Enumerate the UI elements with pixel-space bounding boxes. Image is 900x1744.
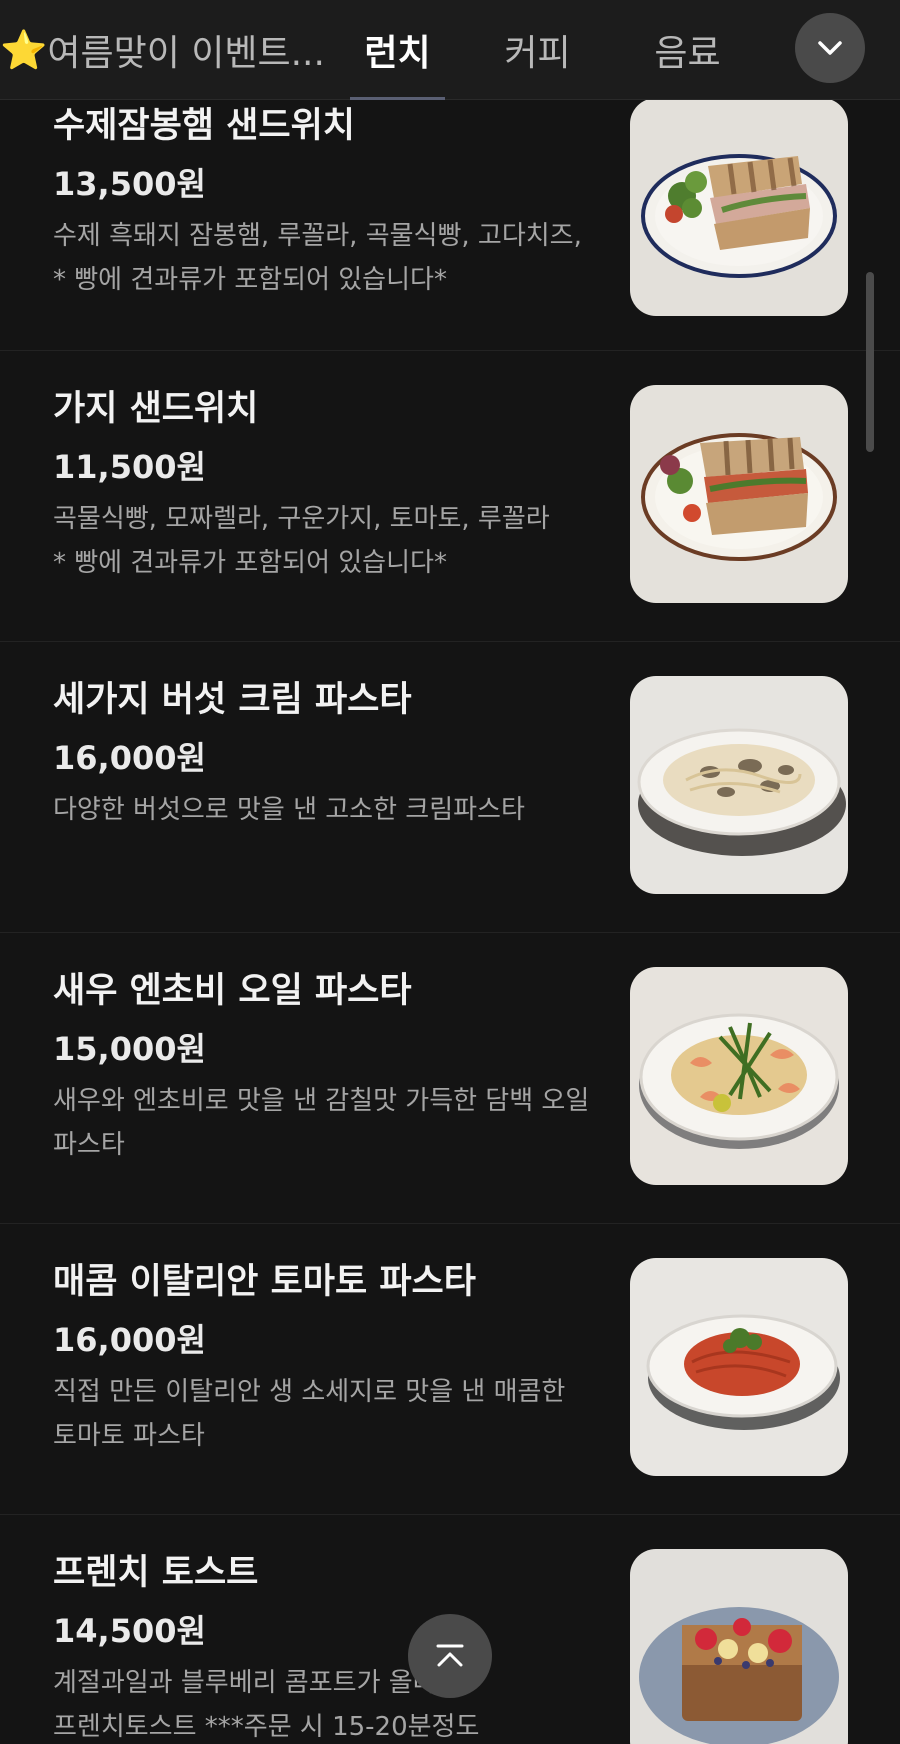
menu-item-price: 16,000원 <box>53 1321 206 1359</box>
menu-item-description: 다양한 버섯으로 맛을 낸 고소한 크림파스타 <box>53 795 525 825</box>
menu-item-name: 가지 샌드위치 <box>53 389 259 429</box>
tab-lunch[interactable]: 런치 <box>350 0 445 100</box>
menu-item-name: 매콤 이탈리안 토마토 파스타 <box>53 1262 476 1302</box>
menu-item-price: 16,000원 <box>53 739 206 777</box>
tomato-pasta-image[interactable] <box>630 1258 848 1476</box>
menu-item-text: 세가지 버섯 크림 파스타 16,000원 다양한 버섯으로 맛을 낸 고소한 … <box>53 676 593 832</box>
menu-item-description: 계절과일과 블루베리 콤포트가 올라간 프렌치토스트 ***주문 시 15-20… <box>53 1668 480 1742</box>
menu-item-text: 가지 샌드위치 11,500원 곡물식빵, 모짜렐라, 구운가지, 토마토, 루… <box>53 385 593 585</box>
menu-item-description: 수제 흑돼지 잠봉햄, 루꼴라, 곡물식빵, 고다치즈, * 빵에 견과류가 포… <box>53 221 582 295</box>
menu-item-name: 세가지 버섯 크림 파스타 <box>53 680 412 720</box>
menu-item-text: 매콤 이탈리안 토마토 파스타 16,000원 직접 만든 이탈리안 생 소세지… <box>53 1258 593 1458</box>
menu-item-description: 곡물식빵, 모짜렐라, 구운가지, 토마토, 루꼴라 * 빵에 견과류가 포함되… <box>53 504 550 578</box>
menu-item-name: 새우 엔초비 오일 파스타 <box>53 971 412 1011</box>
chevron-down-icon <box>818 41 842 55</box>
category-tab-bar: ⭐ 여름맞이 이벤트... 런치 커피 음료 <box>0 0 900 100</box>
menu-item[interactable]: 세가지 버섯 크림 파스타 16,000원 다양한 버섯으로 맛을 낸 고소한 … <box>0 642 900 933</box>
tab-label: 음료 <box>654 33 721 74</box>
tab-label: 여름맞이 이벤트... <box>47 33 325 74</box>
chevron-up-icon <box>436 1644 464 1667</box>
menu-item-text: 새우 엔초비 오일 파스타 15,000원 새우와 엔초비로 맛을 낸 감칠맛 … <box>53 967 593 1167</box>
tab-label: 런치 <box>364 33 431 74</box>
menu-item-text: 프렌치 토스트 14,500원 계절과일과 블루베리 콤포트가 올라간 프렌치토… <box>53 1549 593 1744</box>
menu-list[interactable]: 수제잠봉햄 샌드위치 13,500원 수제 흑돼지 잠봉햄, 루꼴라, 곡물식빵… <box>0 60 900 1744</box>
menu-item[interactable]: 매콤 이탈리안 토마토 파스타 16,000원 직접 만든 이탈리안 생 소세지… <box>0 1224 900 1515</box>
sandwich-eggplant-image[interactable] <box>630 385 848 603</box>
active-tab-indicator <box>350 97 445 100</box>
sandwich-ham-image[interactable] <box>630 98 848 316</box>
french-toast-image[interactable] <box>630 1549 848 1744</box>
tab-summer-event[interactable]: ⭐ 여름맞이 이벤트... <box>0 0 325 100</box>
app-viewport: 수제잠봉햄 샌드위치 13,500원 수제 흑돼지 잠봉햄, 루꼴라, 곡물식빵… <box>0 0 900 1744</box>
menu-item-price: 14,500원 <box>53 1612 206 1650</box>
menu-item-price: 13,500원 <box>53 165 206 203</box>
menu-item-text: 수제잠봉햄 샌드위치 13,500원 수제 흑돼지 잠봉햄, 루꼴라, 곡물식빵… <box>53 102 593 302</box>
scrollbar[interactable] <box>866 272 874 452</box>
menu-item-price: 11,500원 <box>53 448 206 486</box>
menu-item-name: 프렌치 토스트 <box>53 1553 259 1593</box>
menu-item[interactable]: 수제잠봉햄 샌드위치 13,500원 수제 흑돼지 잠봉햄, 루꼴라, 곡물식빵… <box>0 60 900 351</box>
tab-drink[interactable]: 음료 <box>640 0 735 100</box>
expand-categories-button[interactable] <box>795 13 865 83</box>
menu-item-description: 새우와 엔초비로 맛을 낸 감칠맛 가득한 담백 오일 파스타 <box>53 1086 590 1160</box>
tab-coffee[interactable]: 커피 <box>490 0 585 100</box>
scroll-to-top-button[interactable] <box>408 1614 492 1698</box>
menu-item-description: 직접 만든 이탈리안 생 소세지로 맛을 낸 매콤한 토마토 파스타 <box>53 1377 566 1451</box>
mushroom-pasta-image[interactable] <box>630 676 848 894</box>
star-icon: ⭐ <box>0 27 48 72</box>
shrimp-pasta-image[interactable] <box>630 967 848 1185</box>
menu-item[interactable]: 가지 샌드위치 11,500원 곡물식빵, 모짜렐라, 구운가지, 토마토, 루… <box>0 351 900 642</box>
menu-item-name: 수제잠봉햄 샌드위치 <box>53 106 355 146</box>
tab-label: 커피 <box>504 33 571 74</box>
menu-item-price: 15,000원 <box>53 1030 206 1068</box>
menu-item[interactable]: 새우 엔초비 오일 파스타 15,000원 새우와 엔초비로 맛을 낸 감칠맛 … <box>0 933 900 1224</box>
